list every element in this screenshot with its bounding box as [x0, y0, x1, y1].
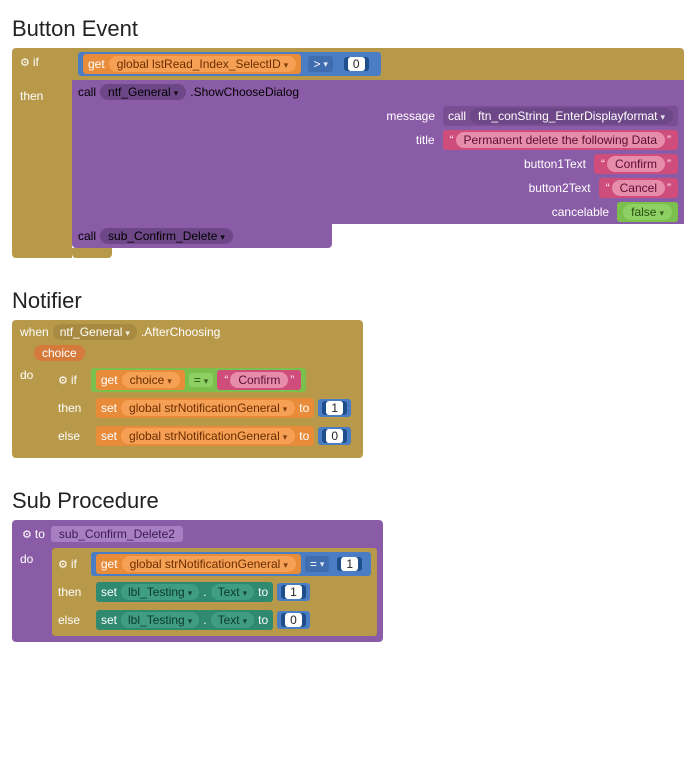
procedure-block[interactable]: to sub_Confirm_Delete2 do if get global …	[12, 520, 383, 642]
param-choice[interactable]: choice	[34, 345, 85, 361]
compare-equals-block-2[interactable]: get global strNotificationGeneral = 1	[91, 552, 371, 576]
if-condition-row: get global lstRead_Index_SelectID > 0	[72, 48, 684, 80]
when-target-dropdown[interactable]: ntf_General	[53, 324, 137, 340]
do-keyword: do	[12, 364, 48, 458]
set-else[interactable]: set global strNotificationGeneral to	[96, 426, 314, 446]
arg-cancelable-value[interactable]: false	[617, 202, 678, 222]
equals-operator[interactable]: =	[189, 373, 214, 387]
block-nub	[72, 248, 112, 258]
get-choice[interactable]: get choice	[96, 370, 185, 390]
call-args: message call ftn_conString_EnterDisplayf…	[72, 104, 684, 224]
call-sub-confirm-delete[interactable]: call sub_Confirm_Delete	[72, 224, 332, 248]
else-number[interactable]: 0	[318, 427, 351, 445]
when-block[interactable]: when ntf_General .AfterChoosing choice d…	[12, 320, 363, 458]
component-dropdown-else[interactable]: lbl_Testing	[121, 612, 199, 628]
arg-button2-value[interactable]: “Cancel”	[599, 178, 678, 198]
set-var-dropdown-else[interactable]: global strNotificationGeneral	[121, 428, 295, 444]
set-label-else[interactable]: set lbl_Testing . Text to	[96, 610, 273, 630]
message-call-dropdown[interactable]: ftn_conString_EnterDisplayformat	[470, 108, 673, 124]
if-block[interactable]: if then get global lstRead_Index_SelectI…	[12, 48, 684, 258]
compare-number-2[interactable]: 1	[333, 555, 366, 573]
property-dropdown-then[interactable]: Text	[211, 584, 255, 600]
then-number[interactable]: 1	[318, 399, 351, 417]
inner-if-2[interactable]: if get global strNotificationGeneral = 1	[52, 548, 377, 580]
heading-button-event: Button Event	[12, 16, 684, 42]
section-button-event: Button Event if then get global lstRead_…	[12, 16, 684, 258]
get-variable-dropdown[interactable]: global lstRead_Index_SelectID	[109, 56, 297, 72]
set-var-dropdown-then[interactable]: global strNotificationGeneral	[121, 400, 295, 416]
get-var-2[interactable]: get global strNotificationGeneral	[96, 554, 301, 574]
procedure-name[interactable]: sub_Confirm_Delete2	[51, 526, 183, 542]
then-keyword: then	[12, 86, 72, 106]
compare-block[interactable]: get global lstRead_Index_SelectID > 0	[78, 52, 381, 76]
do-keyword-2: do	[12, 548, 48, 642]
number-block[interactable]: 0	[340, 55, 373, 73]
equals-operator-2[interactable]: =	[305, 556, 330, 572]
inner-if[interactable]: if get choice = “Confirm”	[52, 364, 357, 396]
component-dropdown-then[interactable]: lbl_Testing	[121, 584, 199, 600]
arg-title-value[interactable]: “Permanent delete the following Data”	[443, 130, 678, 150]
set-label-then[interactable]: set lbl_Testing . Text to	[96, 582, 273, 602]
get-choice-dropdown[interactable]: choice	[122, 372, 180, 388]
section-notifier: Notifier when ntf_General .AfterChoosing…	[12, 288, 684, 458]
get-block[interactable]: get global lstRead_Index_SelectID	[83, 54, 301, 74]
else-number-2[interactable]: 0	[277, 611, 310, 629]
arg-button1-value[interactable]: “Confirm”	[594, 154, 678, 174]
then-number-2[interactable]: 1	[277, 583, 310, 601]
heading-notifier: Notifier	[12, 288, 684, 314]
arg-message-value[interactable]: call ftn_conString_EnterDisplayformat	[443, 106, 678, 126]
get-var2-dropdown[interactable]: global strNotificationGeneral	[122, 556, 296, 572]
if-keyword: if	[12, 52, 72, 72]
call-target-dropdown[interactable]: ntf_General	[100, 84, 186, 100]
compare-equals-block[interactable]: get choice = “Confirm”	[91, 368, 306, 392]
compare-string[interactable]: “Confirm”	[217, 370, 301, 390]
section-sub-procedure: Sub Procedure to sub_Confirm_Delete2 do …	[12, 488, 684, 642]
operator-dropdown[interactable]: >	[308, 56, 333, 72]
heading-sub-procedure: Sub Procedure	[12, 488, 684, 514]
call2-target-dropdown[interactable]: sub_Confirm_Delete	[100, 228, 233, 244]
set-then[interactable]: set global strNotificationGeneral to	[96, 398, 314, 418]
call-show-dialog[interactable]: call ntf_General .ShowChooseDialog	[72, 80, 684, 104]
property-dropdown-else[interactable]: Text	[211, 612, 255, 628]
